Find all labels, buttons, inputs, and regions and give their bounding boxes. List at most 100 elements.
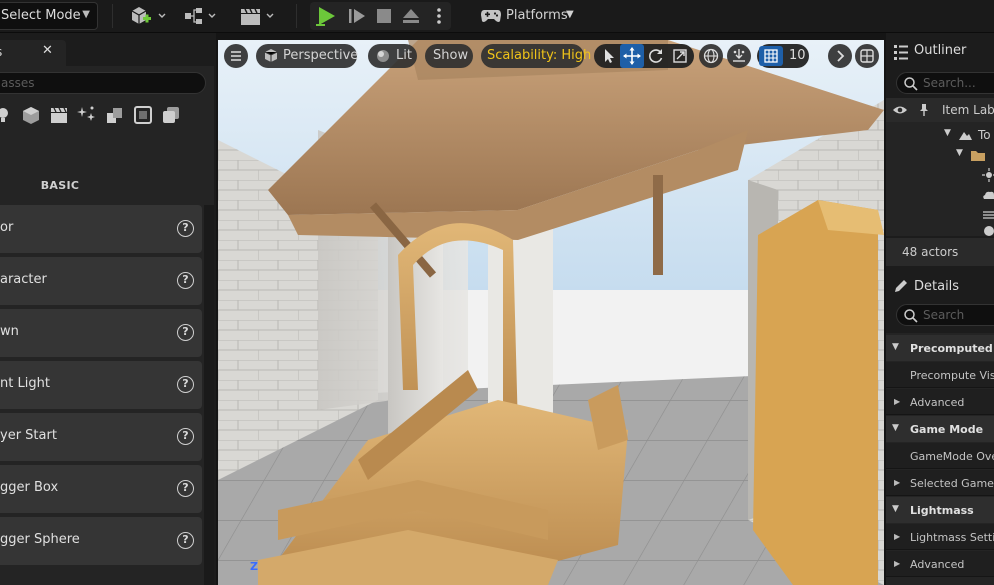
platforms-dropdown[interactable]: Platforms ▼ (478, 4, 588, 28)
axis-gizmo-z-label: Z (250, 560, 258, 573)
property-label: Advanced (910, 396, 965, 409)
search-classes-input[interactable]: asses (0, 72, 206, 94)
actor-item[interactable]: yer Start ? (0, 413, 202, 461)
scalability-label: Scalability: High (487, 48, 592, 63)
expand-arrow-icon[interactable]: ▼ (956, 148, 963, 158)
property-row[interactable]: ▶ Selected GameM (886, 470, 994, 496)
scrollbar[interactable] (204, 205, 214, 585)
eject-button[interactable] (400, 5, 422, 27)
grid-snap-value[interactable]: 10 (789, 48, 806, 63)
select-tool-button[interactable] (596, 44, 620, 68)
play-button[interactable] (315, 5, 337, 27)
play-controls (310, 2, 451, 30)
step-forward-icon (349, 9, 365, 23)
surface-snapping-button[interactable] (727, 44, 751, 68)
advance-frame-button[interactable] (346, 5, 368, 27)
tree-row-fog[interactable] (886, 206, 994, 224)
tree-row-light[interactable] (886, 166, 994, 184)
toolbar-divider (112, 4, 113, 28)
tree-row-world[interactable]: ▼ To (886, 124, 994, 146)
viewport-menu-button[interactable] (224, 44, 248, 68)
help-icon[interactable]: ? (177, 220, 194, 237)
category-label: Game Mode (910, 423, 984, 436)
more-options-button[interactable] (828, 44, 852, 68)
cinematic-icon[interactable] (48, 104, 70, 126)
category-lightmass[interactable]: ▼ Lightmass (886, 497, 994, 523)
details-title: Details (914, 279, 960, 294)
play-icon (316, 7, 335, 26)
property-row[interactable]: GameMode Over (886, 443, 994, 469)
show-dropdown[interactable]: Show (425, 44, 473, 68)
place-actors-tab[interactable]: s ✕ (0, 40, 66, 66)
advanced-expander[interactable]: ▶ Advanced (886, 551, 994, 577)
blueprint-button[interactable] (183, 4, 225, 28)
tree-row-folder[interactable]: ▼ (886, 146, 994, 164)
collapse-arrow-icon: ▼ (892, 342, 899, 352)
scalability-dropdown[interactable]: Scalability: High (481, 44, 591, 68)
volumes-icon[interactable] (132, 104, 154, 126)
actor-item[interactable]: gger Box ? (0, 465, 202, 513)
stop-button[interactable] (373, 5, 395, 27)
actor-count: 48 actors (902, 245, 959, 259)
actor-item[interactable]: or ? (0, 205, 202, 253)
all-classes-icon[interactable] (160, 104, 182, 126)
category-icons (0, 104, 200, 130)
rotate-tool-button[interactable] (644, 44, 668, 68)
category-label: Lightmass (910, 504, 974, 517)
visual-effects-icon[interactable] (76, 104, 98, 126)
shapes-cube-icon[interactable] (20, 104, 42, 126)
lightbulb-icon[interactable] (0, 104, 16, 126)
outliner-title: Outliner (914, 43, 967, 58)
actor-item[interactable]: wn ? (0, 309, 202, 357)
scale-tool-button[interactable] (668, 44, 692, 68)
outliner-header[interactable]: Outliner (886, 33, 994, 67)
details-search-input[interactable]: Search (896, 304, 994, 326)
folder-icon (971, 151, 985, 161)
show-label: Show (433, 48, 469, 63)
coordinate-space-button[interactable] (699, 44, 723, 68)
cinematics-button[interactable] (238, 4, 280, 28)
expand-arrow-icon[interactable]: ▼ (944, 128, 951, 138)
viewport-layout-button[interactable] (855, 44, 879, 68)
tree-root-label: To (978, 128, 991, 142)
expand-arrow-icon: ▶ (894, 397, 901, 406)
help-icon[interactable]: ? (177, 272, 194, 289)
outliner-column-header[interactable]: Item Labe (886, 98, 994, 122)
fog-icon (983, 211, 994, 219)
actor-count-bar: 48 actors (886, 238, 994, 266)
help-icon[interactable]: ? (177, 480, 194, 497)
grid-snap-toggle[interactable] (759, 46, 783, 66)
help-icon[interactable]: ? (177, 428, 194, 445)
property-row[interactable]: Precompute Visib (886, 362, 994, 388)
geometry-icon[interactable] (104, 104, 126, 126)
translate-tool-button[interactable] (620, 44, 644, 68)
tree-row-sky[interactable] (886, 186, 994, 204)
perspective-dropdown[interactable]: Perspective (256, 44, 358, 68)
outliner-search-input[interactable]: Search... (896, 72, 994, 94)
actor-item[interactable]: nt Light ? (0, 361, 202, 409)
close-icon[interactable]: ✕ (42, 43, 53, 58)
mode-select-dropdown[interactable]: Select Mode ▼ (0, 2, 98, 30)
property-label: Precompute Visib (910, 369, 994, 382)
category-game-mode[interactable]: ▼ Game Mode (886, 416, 994, 442)
details-header[interactable]: Details (886, 269, 994, 303)
help-icon[interactable]: ? (177, 376, 194, 393)
advanced-expander[interactable]: ▶ Advanced (886, 389, 994, 415)
actor-item[interactable]: aracter ? (0, 257, 202, 305)
add-actor-button[interactable] (128, 4, 170, 28)
property-row[interactable]: ▶ Lightmass Settin (886, 524, 994, 550)
view-mode-dropdown[interactable]: Lit (368, 44, 417, 68)
scale-icon (673, 49, 687, 63)
level-viewport[interactable]: Perspective Lit Show Scalability: High 1… (218, 40, 884, 585)
actor-item[interactable]: gger Sphere ? (0, 517, 202, 565)
help-icon[interactable]: ? (177, 532, 194, 549)
surface-snap-icon (733, 49, 745, 62)
help-icon[interactable]: ? (177, 324, 194, 341)
lit-sphere-icon (377, 50, 389, 62)
rotate-icon (649, 49, 663, 63)
lit-label: Lit (396, 48, 412, 63)
grid-icon (764, 49, 778, 63)
category-precomputed-visibility[interactable]: ▼ Precomputed Visi (886, 335, 994, 361)
tree-row-partial[interactable] (886, 224, 994, 236)
play-options-button[interactable] (428, 5, 450, 27)
